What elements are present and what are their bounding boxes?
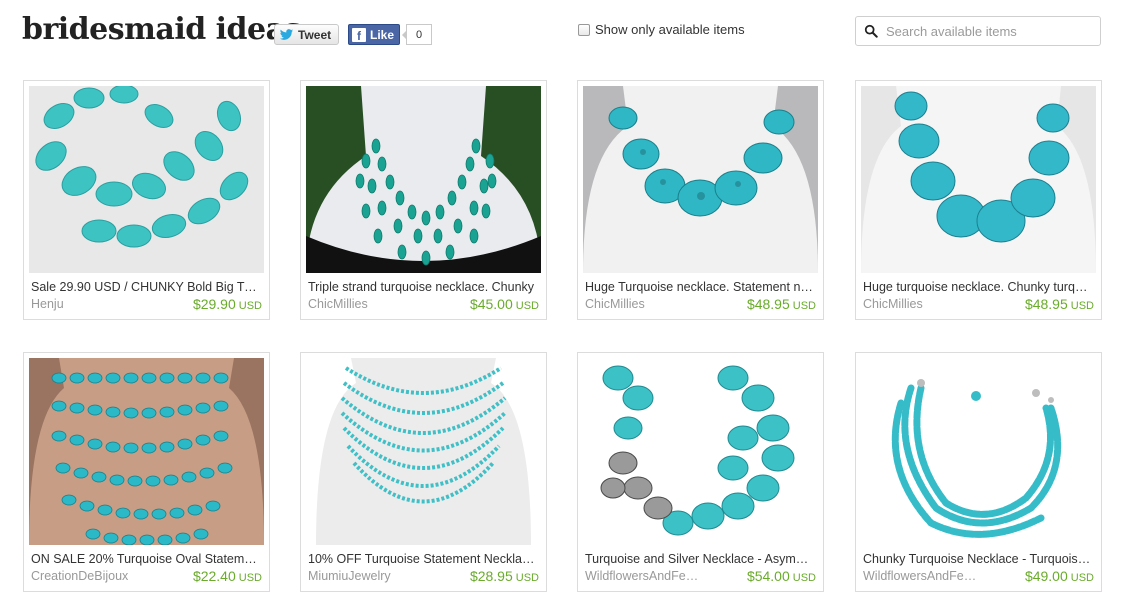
listing-image[interactable] [861, 358, 1096, 545]
price-value: $45.00 [469, 296, 513, 312]
listing-image[interactable] [583, 86, 818, 273]
price-value: $48.95 [1024, 296, 1068, 312]
listing-card[interactable]: Huge Turquoise necklace. Statement neckl… [577, 80, 824, 320]
like-count-badge: 0 [402, 24, 432, 45]
listing-price: $49.00 USD [1025, 568, 1094, 584]
listing-shop[interactable]: Henju [31, 297, 151, 311]
price-currency: USD [238, 572, 262, 584]
listing-price: $22.40 USD [193, 568, 262, 584]
price-value: $28.95 [469, 568, 513, 584]
listing-price: $48.95 USD [1025, 296, 1094, 312]
available-filter-label: Show only available items [595, 22, 745, 37]
listing-title[interactable]: Triple strand turquoise necklace. Chunky [308, 280, 539, 294]
listing-title[interactable]: Sale 29.90 USD / CHUNKY Bold Big Turquoi… [31, 280, 262, 294]
price-currency: USD [792, 300, 816, 312]
listing-shop[interactable]: ChicMillies [863, 297, 983, 311]
tweet-label: Tweet [298, 27, 332, 42]
search-box[interactable] [855, 16, 1101, 46]
listing-shop[interactable]: ChicMillies [308, 297, 428, 311]
like-label: Like [370, 27, 395, 42]
listing-title[interactable]: ON SALE 20% Turquoise Oval Statement Nec… [31, 552, 262, 566]
price-value: $48.95 [746, 296, 790, 312]
listing-image[interactable] [306, 86, 541, 273]
listing-shop[interactable]: MiumiuJewelry [308, 569, 428, 583]
price-value: $22.40 [192, 568, 236, 584]
listing-shop[interactable]: CreationDeBijoux [31, 569, 151, 583]
price-currency: USD [515, 572, 539, 584]
page-header: bridesmaid ideas Tweet f Like 0 Show onl… [0, 0, 1124, 60]
listing-title[interactable]: Turquoise and Silver Necklace - Asymmetr… [585, 552, 816, 566]
listing-price: $29.90 USD [193, 296, 262, 312]
listing-card[interactable]: 10% OFF Turquoise Statement Necklace Mul… [300, 352, 547, 592]
listing-price: $45.00 USD [470, 296, 539, 312]
listing-price: $28.95 USD [470, 568, 539, 584]
listing-card[interactable]: Huge turquoise necklace. Chunky turquois… [855, 80, 1102, 320]
listing-image[interactable] [861, 86, 1096, 273]
price-value: $49.00 [1024, 568, 1068, 584]
listing-title[interactable]: Huge Turquoise necklace. Statement neckl… [585, 280, 816, 294]
listing-card[interactable]: ON SALE 20% Turquoise Oval Statement Nec… [23, 352, 270, 592]
search-input[interactable] [886, 23, 1086, 39]
listing-card[interactable]: Chunky Turquoise Necklace - Turquoise St… [855, 352, 1102, 592]
listing-card[interactable]: Turquoise and Silver Necklace - Asymmetr… [577, 352, 824, 592]
available-filter[interactable]: Show only available items [578, 22, 745, 37]
listing-title[interactable]: Chunky Turquoise Necklace - Turquoise St… [863, 552, 1094, 566]
price-currency: USD [515, 300, 539, 312]
listing-card[interactable]: Triple strand turquoise necklace. Chunky… [300, 80, 547, 320]
listing-price: $54.00 USD [747, 568, 816, 584]
listing-image[interactable] [583, 358, 818, 545]
price-currency: USD [1070, 300, 1094, 312]
listing-title[interactable]: Huge turquoise necklace. Chunky turquois… [863, 280, 1094, 294]
listing-image[interactable] [29, 86, 264, 273]
price-value: $54.00 [746, 568, 790, 584]
listing-shop[interactable]: WildflowersAndFeathers [585, 569, 705, 583]
listing-shop[interactable]: WildflowersAndFeathers [863, 569, 983, 583]
tweet-button[interactable]: Tweet [274, 24, 339, 45]
listing-shop[interactable]: ChicMillies [585, 297, 705, 311]
facebook-icon: f [352, 27, 366, 42]
search-icon [864, 24, 878, 38]
price-currency: USD [238, 300, 262, 312]
listing-image[interactable] [306, 358, 541, 545]
listing-card[interactable]: Sale 29.90 USD / CHUNKY Bold Big Turquoi… [23, 80, 270, 320]
page-title: bridesmaid ideas [22, 12, 301, 47]
available-checkbox[interactable] [578, 23, 590, 36]
listing-price: $48.95 USD [747, 296, 816, 312]
listing-title[interactable]: 10% OFF Turquoise Statement Necklace Mul… [308, 552, 539, 566]
facebook-like-button[interactable]: f Like [348, 24, 400, 45]
price-currency: USD [792, 572, 816, 584]
price-currency: USD [1070, 572, 1094, 584]
price-value: $29.90 [192, 296, 236, 312]
twitter-bird-icon [279, 28, 294, 40]
listing-image[interactable] [29, 358, 264, 545]
